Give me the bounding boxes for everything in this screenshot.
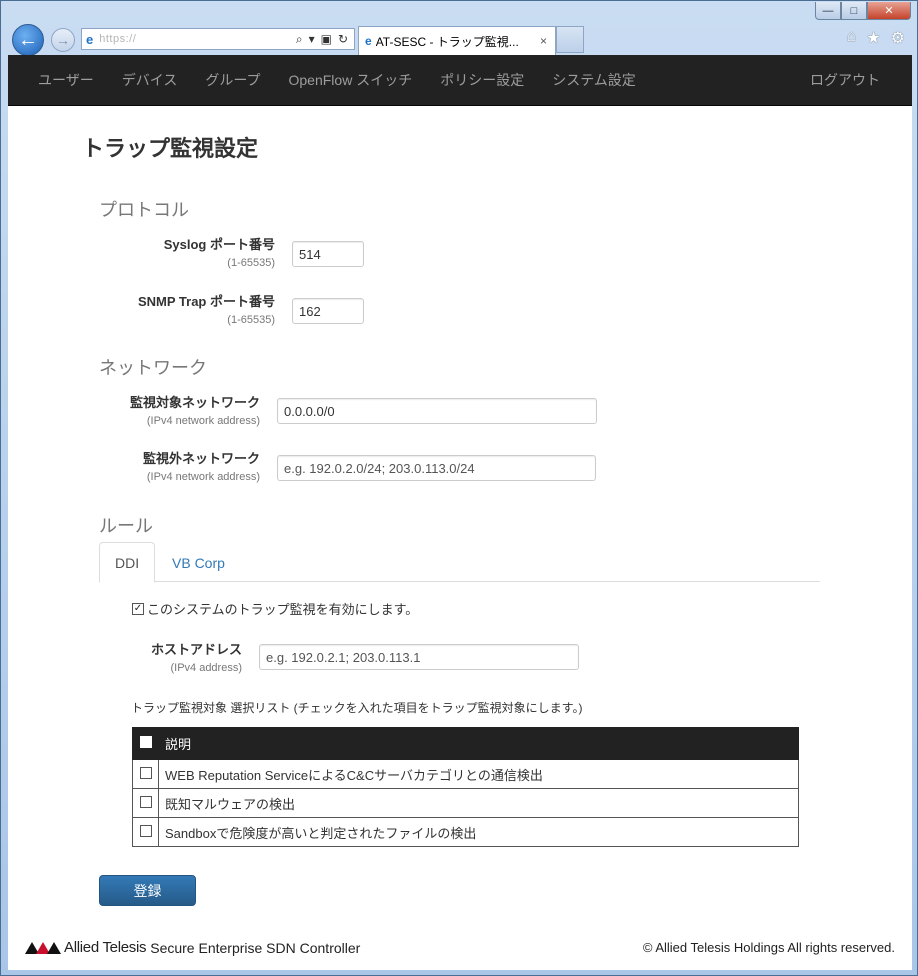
browser-tools: ⌂ ★ ⚙ [847, 28, 905, 48]
new-tab-button[interactable] [556, 26, 584, 53]
monitored-network-label: 監視対象ネットワーク (IPv4 network address) [130, 392, 260, 427]
back-button[interactable]: ← [12, 24, 44, 56]
browser-toolbar: ← → e https:// ⌕ ▾ ▣ ↻ e AT-SESC - トラップ監… [1, 23, 917, 56]
excluded-network-input[interactable] [277, 455, 596, 481]
top-navbar: ユーザー デバイス グループ OpenFlow スイッチ ポリシー設定 システム… [8, 55, 912, 106]
rules-tabs: DDI VB Corp [99, 542, 820, 583]
nav-item-groups[interactable]: グループ [191, 70, 274, 90]
enable-trap-row[interactable]: ✓ このシステムのトラップ監視を有効にします。 [132, 599, 418, 618]
nav-item-openflow-switch[interactable]: OpenFlow スイッチ [275, 70, 427, 90]
nav-item-users[interactable]: ユーザー [24, 70, 108, 90]
forward-arrow-icon: → [56, 32, 70, 48]
nav-item-policy[interactable]: ポリシー設定 [426, 70, 538, 90]
maximize-icon: □ [850, 4, 858, 17]
row-description: 既知マルウェアの検出 [158, 788, 799, 818]
description-header: 説明 [158, 727, 799, 760]
page-footer: Allied Telesis Secure Enterprise SDN Con… [8, 936, 912, 966]
row-checkbox[interactable] [139, 795, 152, 808]
snmp-port-hint: (1-65535) [227, 314, 275, 326]
row-description: WEB Reputation ServiceによるC&Cサーバカテゴリとの通信検… [158, 759, 799, 789]
allied-telesis-logo-icon [25, 941, 61, 954]
minimize-icon: — [822, 4, 834, 17]
host-address-hint: (IPv4 address) [170, 662, 242, 674]
page-viewport: ユーザー デバイス グループ OpenFlow スイッチ ポリシー設定 システム… [8, 55, 912, 970]
home-icon[interactable]: ⌂ [847, 28, 857, 48]
trap-table: 説明 WEB Reputation ServiceによるC&Cサーバカテゴリとの… [132, 727, 799, 847]
snmp-port-label-text: SNMP Trap ポート番号 [137, 294, 275, 309]
excluded-network-label: 監視外ネットワーク (IPv4 network address) [143, 448, 260, 483]
search-icon[interactable]: ⌕ [296, 32, 303, 47]
host-address-label-text: ホストアドレス [150, 642, 242, 657]
tab-close-icon[interactable]: × [532, 34, 555, 48]
excluded-network-label-text: 監視外ネットワーク [142, 451, 260, 466]
page-title: トラップ監視設定 [82, 136, 259, 161]
company-name: Allied Telesis [64, 939, 147, 956]
close-window-button[interactable]: ✕ [867, 2, 911, 20]
select-all-checkbox[interactable] [139, 736, 152, 748]
address-bar[interactable]: e https:// ⌕ ▾ ▣ ↻ [81, 28, 355, 50]
close-icon: ✕ [884, 5, 894, 17]
trap-list-caption: トラップ監視対象 選択リスト (チェックを入れた項目をトラップ監視対象にします。… [131, 701, 583, 715]
table-row: Sandboxで危険度が高いと判定されたファイルの検出 [132, 817, 799, 847]
row-checkbox[interactable] [139, 766, 152, 779]
row-checkbox-cell [132, 817, 159, 847]
protocol-heading: プロトコル [99, 200, 189, 220]
snmp-port-input[interactable] [292, 298, 364, 324]
network-heading: ネットワーク [99, 358, 207, 378]
nav-item-system[interactable]: システム設定 [538, 70, 650, 90]
logout-link[interactable]: ログアウト [796, 70, 912, 90]
row-checkbox[interactable] [139, 824, 152, 837]
host-address-input[interactable] [259, 644, 579, 670]
syslog-port-hint: (1-65535) [227, 257, 275, 269]
maximize-button[interactable]: □ [841, 2, 867, 20]
brand: Allied Telesis Secure Enterprise SDN Con… [25, 939, 360, 956]
select-all-cell [132, 727, 159, 760]
row-description: Sandboxで危険度が高いと判定されたファイルの検出 [158, 817, 799, 847]
rules-heading: ルール [99, 516, 153, 536]
address-text: https:// [99, 33, 137, 45]
tab-ddi[interactable]: DDI [99, 542, 156, 583]
enable-trap-label: このシステムのトラップ監視を有効にします。 [147, 602, 419, 617]
address-tools: ⌕ ▾ ▣ ↻ [296, 32, 354, 47]
table-row: WEB Reputation ServiceによるC&Cサーバカテゴリとの通信検… [132, 759, 799, 789]
minimize-button[interactable]: — [815, 2, 841, 20]
register-button[interactable]: 登録 [99, 875, 196, 906]
monitored-network-label-text: 監視対象ネットワーク [129, 395, 260, 410]
enable-trap-checkbox[interactable]: ✓ [132, 602, 144, 615]
product-name: Secure Enterprise SDN Controller [150, 939, 361, 956]
row-checkbox-cell [132, 788, 159, 818]
nav-item-devices[interactable]: デバイス [108, 70, 192, 90]
refresh-icon[interactable]: ↻ [338, 32, 348, 47]
browser-tab[interactable]: e AT-SESC - トラップ監視... × [358, 26, 556, 55]
table-header-row: 説明 [132, 727, 799, 760]
host-address-label: ホストアドレス (IPv4 address) [151, 639, 242, 674]
syslog-port-input[interactable] [292, 241, 364, 267]
browser-window: — □ ✕ ← → e https:// ⌕ ▾ ▣ ↻ e AT-SESC -… [0, 0, 918, 976]
settings-icon[interactable]: ⚙ [891, 28, 905, 48]
copyright: © Allied Telesis Holdings All rights res… [642, 940, 895, 955]
favorites-icon[interactable]: ★ [866, 28, 880, 48]
syslog-port-label: Syslog ポート番号 (1-65535) [164, 234, 275, 269]
snmp-port-label: SNMP Trap ポート番号 (1-65535) [138, 291, 275, 326]
dropdown-icon[interactable]: ▾ [309, 32, 315, 47]
monitored-network-input[interactable] [277, 398, 597, 424]
lock-icon[interactable]: ▣ [321, 32, 332, 47]
window-controls: — □ ✕ [815, 2, 911, 20]
forward-button[interactable]: → [51, 28, 75, 52]
row-checkbox-cell [132, 759, 159, 789]
tab-vb-corp[interactable]: VB Corp [157, 542, 240, 583]
syslog-port-label-text: Syslog ポート番号 [163, 237, 275, 252]
monitored-network-hint: (IPv4 network address) [146, 415, 260, 427]
back-arrow-icon: ← [18, 28, 38, 51]
ie-tab-icon: e [365, 34, 372, 48]
tab-title: AT-SESC - トラップ監視... [375, 34, 519, 49]
ie-icon: e [86, 31, 94, 47]
table-row: 既知マルウェアの検出 [132, 788, 799, 818]
excluded-network-hint: (IPv4 network address) [146, 471, 260, 483]
